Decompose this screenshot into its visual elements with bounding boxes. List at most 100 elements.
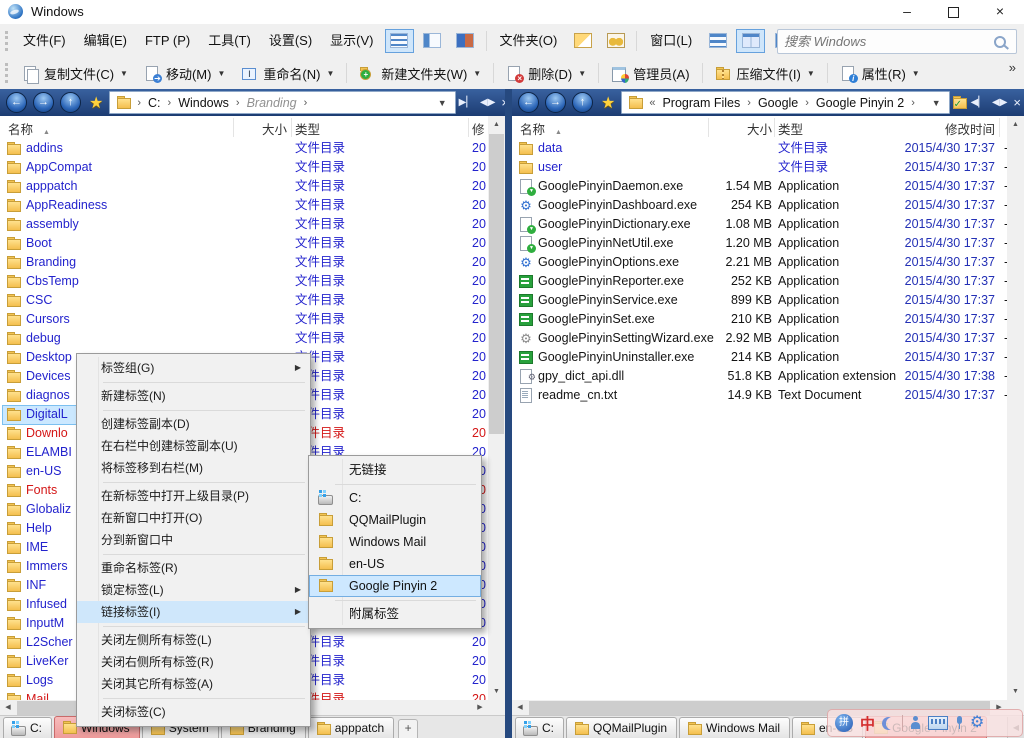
toolbar-button[interactable]: 复制文件(C)▼ — [14, 60, 136, 86]
menubar-item[interactable]: 显示(V) — [321, 30, 382, 52]
swap-panes-button[interactable]: ◀▶ — [480, 97, 495, 108]
scroll-down-icon[interactable]: ▼ — [488, 683, 505, 700]
context-menu-item[interactable]: 分到新窗口中 — [77, 529, 310, 551]
context-menu-item[interactable]: 在右栏中创建标签副本(U) — [77, 435, 310, 457]
google-pinyin-logo-icon[interactable]: 拼 — [835, 714, 853, 732]
pane-tab[interactable]: apppatch — [308, 717, 394, 738]
context-menu-item[interactable]: 链接标签(I)▶ — [77, 601, 310, 623]
file-row[interactable]: ⚙GooglePinyinSettingWizard.exe2.92 MBApp… — [512, 329, 1007, 348]
up-button[interactable]: ↑ — [572, 92, 593, 113]
file-row[interactable]: readme_cn.txt14.9 KBText Document2015/4/… — [512, 386, 1007, 405]
file-row[interactable]: CbsTemp文件目录20 — [0, 272, 488, 291]
file-row[interactable]: Cursors文件目录20 — [0, 310, 488, 329]
file-row[interactable]: GooglePinyinDaemon.exe1.54 MBApplication… — [512, 177, 1007, 196]
file-row[interactable]: CSC文件目录20 — [0, 291, 488, 310]
context-menu-item[interactable]: 在新标签中打开上级目录(P) — [77, 485, 310, 507]
context-menu-item[interactable]: 重命名标签(R) — [77, 557, 310, 579]
file-row[interactable]: GooglePinyinSet.exe210 KBApplication2015… — [512, 310, 1007, 329]
file-row[interactable]: gpy_dict_api.dll51.8 KBApplication exten… — [512, 367, 1007, 386]
search-input[interactable] — [778, 34, 994, 49]
breadcrumb-segment[interactable]: Google Pinyin 2 — [814, 96, 906, 110]
context-menu-item[interactable]: 在新窗口中打开(O) — [77, 507, 310, 529]
back-button[interactable]: ← — [518, 92, 539, 113]
scroll-left-icon[interactable]: ◀ — [512, 700, 528, 716]
file-row[interactable]: addins文件目录20 — [0, 139, 488, 158]
toolbar-button[interactable]: 重命名(N)▼ — [233, 60, 342, 86]
menubar-item[interactable]: 文件夹(O) — [491, 30, 567, 52]
context-menu-item[interactable]: 锁定标签(L)▶ — [77, 579, 310, 601]
breadcrumb-segment[interactable]: C: — [146, 96, 163, 110]
dropdown-arrow-icon[interactable]: ▼ — [578, 69, 586, 78]
submenu-item[interactable]: 无链接 — [309, 459, 481, 481]
breadcrumb-segment[interactable]: Windows — [176, 96, 231, 110]
breadcrumb-segment[interactable]: Program Files — [660, 96, 742, 110]
layout-rows-button[interactable] — [703, 29, 732, 53]
left-vertical-scrollbar[interactable]: ▲ ▼ — [488, 116, 505, 700]
menubar-item[interactable]: 文件(F) — [14, 30, 75, 52]
lock-tabs-button[interactable] — [601, 29, 630, 53]
scroll-up-icon[interactable]: ▲ — [488, 116, 505, 133]
forward-button[interactable]: → — [545, 92, 566, 113]
context-menu-item[interactable]: 关闭左侧所有标签(L) — [77, 629, 310, 651]
chinese-mode-indicator[interactable]: 中 — [860, 713, 875, 734]
column-type[interactable]: 类型 — [778, 119, 803, 138]
details-view-button[interactable] — [418, 29, 447, 53]
dropdown-arrow-icon[interactable]: ▼ — [807, 69, 815, 78]
file-row[interactable]: Branding文件目录20 — [0, 253, 488, 272]
toolbar-button[interactable]: 删除(D)▼ — [498, 60, 594, 86]
pane-splitter[interactable] — [505, 89, 512, 738]
column-modified[interactable]: 修改时间 — [897, 119, 995, 138]
menubar-item[interactable]: 编辑(E) — [75, 30, 136, 52]
column-size[interactable]: 大小 — [230, 119, 287, 138]
file-row[interactable]: AppReadiness文件目录20 — [0, 196, 488, 215]
close-tab-button[interactable]: × — [1013, 95, 1021, 110]
dropdown-arrow-icon[interactable]: ▼ — [120, 69, 128, 78]
submenu-item[interactable]: QQMailPlugin — [309, 509, 481, 531]
submenu-item[interactable]: C: — [309, 487, 481, 509]
breadcrumb-overflow-icon[interactable]: « — [644, 97, 660, 109]
pane-tab[interactable]: Windows Mail — [679, 717, 790, 738]
file-row[interactable]: Boot文件目录20 — [0, 234, 488, 253]
minimize-button[interactable]: – — [884, 0, 930, 23]
half-full-width-icon[interactable] — [882, 717, 895, 730]
breadcrumb-dropdown-icon[interactable]: ▼ — [434, 98, 451, 108]
search-box[interactable] — [777, 29, 1017, 54]
user-profile-icon[interactable] — [910, 716, 921, 730]
file-row[interactable]: GooglePinyinReporter.exe252 KBApplicatio… — [512, 272, 1007, 291]
layout-vertical-split-button[interactable] — [736, 29, 765, 53]
pane-tab[interactable]: QQMailPlugin — [566, 717, 677, 738]
scroll-left-icon[interactable]: ◀ — [0, 700, 16, 716]
file-row[interactable]: ⚙GooglePinyinDashboard.exe254 KBApplicat… — [512, 196, 1007, 215]
back-button[interactable]: ← — [6, 92, 27, 113]
context-menu-item[interactable]: 创建标签副本(D) — [77, 413, 310, 435]
toolbar-button[interactable]: 压缩文件(I)▼ — [707, 60, 823, 86]
breadcrumb-segment[interactable]: Google — [756, 96, 800, 110]
file-row[interactable]: GooglePinyinDictionary.exe1.08 MBApplica… — [512, 215, 1007, 234]
toolbar-button[interactable]: 属性(R)▼ — [832, 60, 928, 86]
copy-folder-structure-button[interactable] — [568, 29, 597, 53]
context-menu-item[interactable]: 标签组(G)▶ — [77, 357, 310, 379]
menubar-item[interactable]: FTP (P) — [136, 30, 199, 52]
add-tab-button[interactable]: + — [398, 719, 418, 738]
file-row[interactable]: apppatch文件目录20 — [0, 177, 488, 196]
submenu-item[interactable]: Google Pinyin 2 — [309, 575, 481, 597]
voice-input-icon[interactable] — [955, 716, 963, 730]
file-row[interactable]: GooglePinyinNetUtil.exe1.20 MBApplicatio… — [512, 234, 1007, 253]
breadcrumb[interactable]: «Program Files›Google›Google Pinyin 2›▼ — [621, 91, 949, 114]
file-row[interactable]: data文件目录2015/4/30 17:37- — [512, 139, 1007, 158]
menubar-item[interactable]: 窗口(L) — [641, 30, 701, 52]
toolbar-button[interactable]: 移动(M)▼ — [136, 60, 233, 86]
scroll-right-icon[interactable]: ▶ — [472, 700, 488, 716]
context-menu-item[interactable]: 关闭其它所有标签(A) — [77, 673, 310, 695]
context-menu-item[interactable]: 将标签移到右栏(M) — [77, 457, 310, 479]
dropdown-arrow-icon[interactable]: ▼ — [326, 69, 334, 78]
list-view-button[interactable] — [385, 29, 414, 53]
breadcrumb-segment[interactable]: Branding — [245, 96, 299, 110]
thumbnails-view-button[interactable] — [451, 29, 480, 53]
breadcrumb[interactable]: ›C:›Windows›Branding›▼ — [109, 91, 455, 114]
forward-button[interactable]: → — [33, 92, 54, 113]
toolbar-overflow-button[interactable]: » — [1009, 60, 1016, 75]
file-row[interactable]: AppCompat文件目录20 — [0, 158, 488, 177]
favorites-star-icon[interactable]: ★ — [89, 93, 103, 113]
context-menu-item[interactable]: 关闭右侧所有标签(R) — [77, 651, 310, 673]
